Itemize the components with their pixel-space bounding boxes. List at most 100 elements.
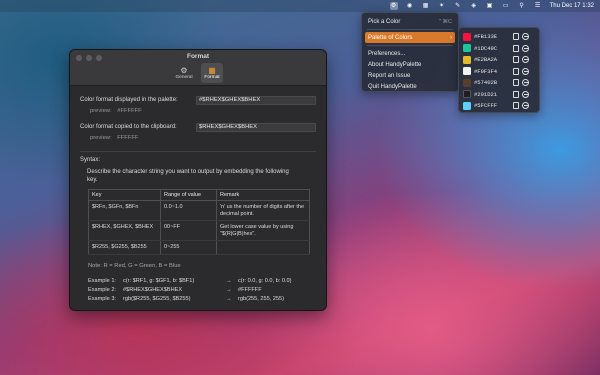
window-titlebar: Format ⚙ General ▦ Format [70,50,326,86]
format-icon: ▦ [208,66,216,75]
tab-general[interactable]: ⚙ General [173,63,195,83]
color-swatch [463,55,471,64]
menu-item-preferences[interactable]: Preferences... [365,48,455,59]
palette-color-row[interactable]: #5FCFFF [463,100,535,112]
brush-status-icon[interactable]: ✎ [454,2,462,10]
palette-color-row[interactable]: #FB133E [463,31,535,43]
table-cell-remark: Get lower case value by using "$(R|G|B)h… [216,220,310,241]
palette-color-row[interactable]: #201D21 [463,89,535,101]
submenu-chevron-icon: › [450,34,452,41]
table-cell-key: $RHEX, $GHEX, $BHEX [88,220,161,241]
column-header: Key [88,189,161,201]
table-header-row: Key Range of value Remark [88,189,310,201]
example-row: Example 1: c(r: $RF1, g: $GF1, b: $BF1) … [88,277,316,286]
preferences-toolbar: ⚙ General ▦ Format [70,63,326,83]
syntax-examples: Example 1: c(r: $RF1, g: $GF1, b: $BF1) … [88,277,316,304]
handypalette-menu: Pick a Color ⌃⌘C Palette of Colors › Pre… [361,12,459,92]
palette-color-row[interactable]: #57402B [463,77,535,89]
palette-submenu: #FB133E #1DC49C #E2BA2A #F0F3F4 #57402B … [458,27,540,113]
palette-format-field[interactable]: #$RHEX$GHEX$BHEX [196,95,316,105]
clipboard-format-preview: preview: FFFFFF [80,135,316,143]
battery-icon[interactable]: ▭ [502,2,510,10]
remove-icon[interactable] [522,67,529,75]
remove-icon[interactable] [522,102,529,110]
grid-status-icon[interactable]: ▦ [422,2,430,10]
table-row: $RFn, $GFn, $BFn 0.0~1.0 'n' us the numb… [88,200,310,221]
menu-item-quit[interactable]: Quit HandyPalette [365,81,455,92]
table-row: $R255, $G255, $B255 0~255 [88,240,310,255]
table-cell-range: 0.0~1.0 [160,200,217,221]
menu-separator [367,45,453,46]
palette-color-row[interactable]: #F0F3F4 [463,66,535,78]
format-window: Format ⚙ General ▦ Format Color format d… [69,49,327,311]
syntax-table: Key Range of value Remark $RFn, $GFn, $B… [88,189,310,255]
remove-icon[interactable] [522,44,529,52]
window-title: Format [186,53,210,60]
syntax-description: Describe the character string you want t… [87,169,289,183]
menu-item-label: Report an Issue [368,72,411,79]
menu-item-label: Quit HandyPalette [368,83,417,90]
arrow-icon: → [226,287,232,293]
color-hex-label: #5FCFFF [474,102,498,110]
gear-icon: ⚙ [180,66,188,75]
column-header: Remark [216,189,310,201]
table-cell-key: $R255, $G255, $B255 [88,240,161,255]
color-hex-label: #57402B [474,79,498,87]
menubar-clock[interactable]: Thu Dec 17 1:32 [550,3,594,9]
menu-item-pick-a-color[interactable]: Pick a Color ⌃⌘C [365,16,455,27]
color-hex-label: #201D21 [474,90,498,98]
preview-label: preview: [90,108,112,114]
color-hex-label: #F0F3F4 [474,67,498,75]
menu-item-label: Preferences... [368,50,406,57]
tab-label: General [175,75,193,80]
color-swatch [463,44,471,53]
arrow-icon: → [226,278,232,284]
example-output: #FFFFFF [238,287,262,293]
color-swatch [463,78,471,87]
clipboard-format-field[interactable]: $RHEX$GHEX$BHEX [196,122,316,132]
example-output: c(r: 0.0, g: 0.0, b: 0.0) [238,278,292,284]
copy-icon[interactable] [513,102,519,110]
color-status-icon[interactable]: ◉ [406,2,414,10]
menu-item-report-issue[interactable]: Report an Issue [365,70,455,81]
copy-icon[interactable] [513,44,519,52]
menu-item-palette-of-colors[interactable]: Palette of Colors › [365,32,455,43]
remove-icon[interactable] [522,90,529,98]
menu-item-shortcut: ⌃⌘C [437,18,452,25]
copy-icon[interactable] [513,56,519,64]
palette-format-row: Color format displayed in the palette: #… [80,95,316,105]
arrow-icon: → [226,296,232,302]
menu-item-label: Palette of Colors [368,34,413,41]
copy-icon[interactable] [513,79,519,87]
remove-icon[interactable] [522,33,529,41]
copy-icon[interactable] [513,90,519,98]
palette-color-row[interactable]: #E2BA2A [463,54,535,66]
example-input: rgb($R255, $G255, $B255) [123,296,191,302]
menu-separator [367,29,453,30]
remove-icon[interactable] [522,79,529,87]
bluetooth-icon[interactable]: ✶ [438,2,446,10]
color-swatch [463,101,471,110]
control-center-icon[interactable]: ☰ [534,2,542,10]
copy-icon[interactable] [513,67,519,75]
handypalette-status-icon[interactable]: ⚙ [389,2,398,10]
column-header: Range of value [160,189,217,201]
example-row: Example 3: rgb($R255, $G255, $B255) → rg… [88,295,316,304]
remove-icon[interactable] [522,56,529,64]
copy-icon[interactable] [513,33,519,41]
color-hex-label: #1DC49C [474,44,498,52]
tab-format[interactable]: ▦ Format [201,63,223,83]
example-label: Example 1: [88,278,116,284]
palette-color-row[interactable]: #1DC49C [463,43,535,55]
example-output: rgb(255, 255, 255) [238,296,285,302]
menu-item-label: About HandyPalette [368,61,422,68]
wifi-icon[interactable]: ◈ [470,2,478,10]
menu-item-about[interactable]: About HandyPalette [365,59,455,70]
menu-bar: ⚙ ◉ ▦ ✶ ✎ ◈ ▣ ▭ ⚲ ☰ Thu Dec 17 1:32 [0,0,600,12]
text-input-icon[interactable]: ▣ [486,2,494,10]
spotlight-search-icon[interactable]: ⚲ [518,2,526,10]
example-input: #$RHEX$GHEX$BHEX [123,287,183,293]
example-row: Example 2: #$RHEX$GHEX$BHEX → #FFFFFF [88,286,316,295]
section-divider [80,151,316,152]
example-label: Example 2: [88,287,116,293]
